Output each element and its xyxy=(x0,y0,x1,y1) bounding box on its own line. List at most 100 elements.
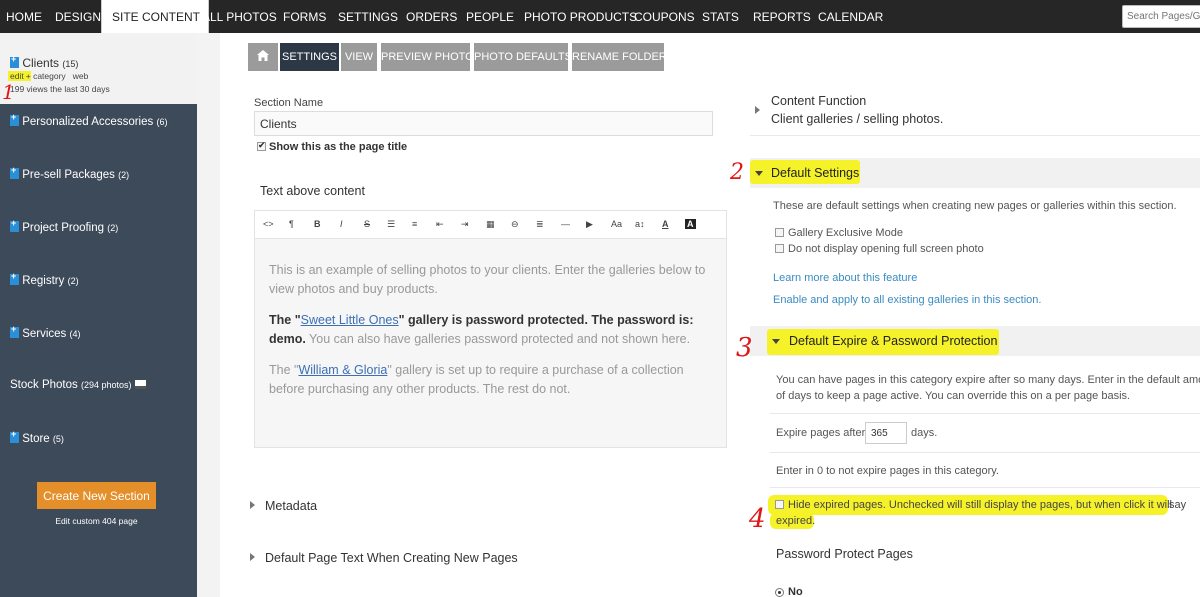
sidebar-item-registry[interactable]: Registry (2) xyxy=(10,271,79,287)
font-size-icon[interactable]: Aa xyxy=(611,219,622,229)
caret-right-icon xyxy=(250,553,255,561)
expire-label: Expire pages after xyxy=(776,427,866,439)
nav-photo-products[interactable]: PHOTO PRODUCTS xyxy=(524,0,637,33)
caret-down-icon xyxy=(772,339,780,344)
divider xyxy=(750,135,1200,136)
folder-add-icon xyxy=(10,324,19,338)
nav-forms[interactable]: FORMS xyxy=(283,0,326,33)
nav-calendar[interactable]: CALENDAR xyxy=(818,0,883,33)
create-new-section-button[interactable]: Create New Section xyxy=(37,482,156,509)
folder-add-icon xyxy=(10,112,19,126)
add-link[interactable]: + xyxy=(25,71,31,81)
editor-paragraph: This is an example of selling photos to … xyxy=(269,263,706,296)
divider xyxy=(770,487,1200,488)
nav-reports[interactable]: REPORTS xyxy=(753,0,811,33)
expire-password-header[interactable]: Default Expire & Password Protection xyxy=(750,326,1200,356)
tab-rename-folder[interactable]: RENAME FOLDER xyxy=(572,43,667,71)
no-fullscreen-label: Do not display opening full screen photo xyxy=(788,243,984,255)
rich-text-editor[interactable]: <> ¶ B I S ☰ ≡ ⇤ ⇥ ▦ ⊖ ≣ — ▶ Aa a↕ A A T… xyxy=(254,210,727,448)
background-color-icon[interactable]: A xyxy=(685,219,696,229)
tab-view[interactable]: VIEW xyxy=(341,43,377,71)
annotation-2: 2 xyxy=(730,160,744,185)
tab-settings[interactable]: SETTINGS xyxy=(280,43,339,71)
search-input[interactable] xyxy=(1122,5,1200,28)
tab-preview-photo[interactable]: PREVIEW PHOTO xyxy=(381,43,474,71)
horizontal-rule-icon[interactable]: — xyxy=(561,219,570,229)
password-protect-title: Password Protect Pages xyxy=(776,547,913,561)
web-link[interactable]: web xyxy=(73,71,89,81)
default-settings-header[interactable]: Default Settings xyxy=(750,158,1200,188)
tab-home[interactable] xyxy=(248,43,278,71)
gallery-exclusive-checkbox[interactable] xyxy=(775,228,784,237)
caret-right-icon xyxy=(250,501,255,509)
nav-stats[interactable]: STATS xyxy=(702,0,739,33)
align-icon[interactable]: ≣ xyxy=(536,219,544,230)
ordered-list-icon[interactable]: ≡ xyxy=(412,219,417,229)
bold-icon[interactable]: B xyxy=(314,219,321,229)
tab-photo-defaults[interactable]: PHOTO DEFAULTS xyxy=(474,43,572,71)
default-settings-title: Default Settings xyxy=(771,166,860,180)
nav-people[interactable]: PEOPLE xyxy=(466,0,514,33)
caret-right-icon[interactable] xyxy=(755,106,760,114)
default-page-text-expander[interactable]: Default Page Text When Creating New Page… xyxy=(250,551,518,565)
nav-settings[interactable]: SETTINGS xyxy=(338,0,398,33)
editor-bold-text: The " xyxy=(269,313,301,327)
no-fullscreen-checkbox[interactable] xyxy=(775,244,784,253)
sidebar-item-pre-sell-packages[interactable]: Pre-sell Packages (2) xyxy=(10,165,130,181)
edit-404-link[interactable]: Edit custom 404 page xyxy=(0,516,193,526)
show-title-checkbox[interactable] xyxy=(257,140,266,151)
nav-orders[interactable]: ORDERS xyxy=(406,0,457,33)
sidebar-item-store[interactable]: Store (5) xyxy=(10,429,64,445)
sidebar-item-count: (2) xyxy=(118,170,130,180)
unordered-list-icon[interactable]: ☰ xyxy=(387,219,395,230)
enable-apply-link[interactable]: Enable and apply to all existing galleri… xyxy=(773,294,1041,306)
learn-more-link[interactable]: Learn more about this feature xyxy=(773,272,917,284)
current-section-count: (15) xyxy=(62,59,79,69)
category-link[interactable]: category xyxy=(33,71,66,81)
hide-expired-checkbox[interactable] xyxy=(775,500,784,509)
gutter xyxy=(197,33,220,597)
password-no-radio[interactable] xyxy=(775,588,784,597)
indent-icon[interactable]: ⇥ xyxy=(461,219,469,230)
video-icon[interactable]: ▶ xyxy=(586,219,593,230)
sidebar-item-label: Services xyxy=(22,328,67,340)
current-section-links: edit + category web xyxy=(8,71,88,81)
expire-days-input[interactable] xyxy=(865,422,907,444)
paragraph-icon[interactable]: ¶ xyxy=(289,219,294,229)
sidebar-item-label: Store xyxy=(22,433,50,445)
strikethrough-icon[interactable]: S xyxy=(364,219,370,229)
line-height-icon[interactable]: a↕ xyxy=(635,219,645,229)
gallery-link[interactable]: William & Gloria xyxy=(298,363,387,377)
nav-home[interactable]: HOME xyxy=(6,0,42,33)
link-icon[interactable]: ⊖ xyxy=(511,219,519,230)
editor-content[interactable]: This is an example of selling photos to … xyxy=(269,261,719,411)
sidebar-item-label: Stock Photos xyxy=(10,379,78,391)
nav-all-photos[interactable]: ALL PHOTOS xyxy=(202,0,277,33)
italic-icon[interactable]: I xyxy=(340,219,343,229)
sidebar-item-label: Pre-sell Packages xyxy=(22,169,115,181)
editor-text: You can also have galleries password pro… xyxy=(305,332,691,346)
sidebar-item-services[interactable]: Services (4) xyxy=(10,324,81,340)
folder-add-icon xyxy=(10,218,19,232)
sidebar-item-project-proofing[interactable]: Project Proofing (2) xyxy=(10,218,118,234)
table-icon[interactable]: ▦ xyxy=(486,219,495,230)
expire-zero-note: Enter in 0 to not expire pages in this c… xyxy=(776,465,999,477)
outdent-icon[interactable]: ⇤ xyxy=(436,219,444,230)
metadata-expander[interactable]: Metadata xyxy=(250,499,317,513)
current-section-name[interactable]: Clients xyxy=(22,56,59,70)
gallery-link[interactable]: Sweet Little Ones xyxy=(301,313,399,327)
nav-site-content[interactable]: SITE CONTENT xyxy=(101,0,210,33)
folder-add-icon xyxy=(10,165,19,179)
font-color-icon[interactable]: A xyxy=(662,219,669,229)
sidebar: Clients (15) edit+ category web 199 view… xyxy=(0,33,197,597)
divider xyxy=(770,413,1200,414)
content-function-value: Client galleries / selling photos. xyxy=(771,112,944,126)
nav-coupons[interactable]: COUPONS xyxy=(634,0,695,33)
editor-paragraph: The "Sweet Little Ones" gallery is passw… xyxy=(269,311,719,349)
photo-icon xyxy=(134,380,146,389)
sidebar-item-personalized-accessories[interactable]: Personalized Accessories (6) xyxy=(10,112,167,128)
section-name-input[interactable] xyxy=(254,111,713,136)
sidebar-item-stock-photos[interactable]: Stock Photos (294 photos) xyxy=(10,379,146,391)
code-view-icon[interactable]: <> xyxy=(263,219,274,229)
nav-design[interactable]: DESIGN xyxy=(55,0,101,33)
